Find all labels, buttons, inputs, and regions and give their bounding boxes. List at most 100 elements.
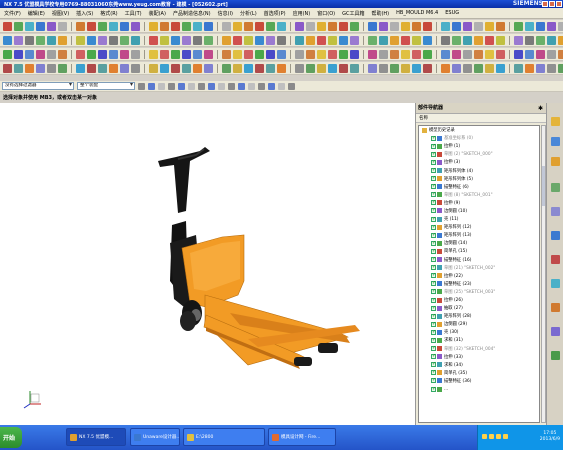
- visibility-checkbox[interactable]: [431, 345, 436, 352]
- toolbar-tool-icon[interactable]: [204, 21, 213, 31]
- toolbar-tool-icon[interactable]: [160, 35, 169, 45]
- taskbar-button[interactable]: 模具设计网 - Fire...: [268, 428, 336, 446]
- visibility-checkbox[interactable]: [431, 288, 436, 295]
- snap-point-icon[interactable]: [278, 82, 285, 90]
- toolbar-tool-icon[interactable]: [47, 21, 56, 31]
- toolbar-tool-icon[interactable]: [149, 63, 158, 73]
- toolbar-tool-icon[interactable]: [14, 21, 23, 31]
- toolbar-tool-icon[interactable]: [317, 21, 326, 31]
- toolbar-tool-icon[interactable]: [25, 63, 34, 73]
- toolbar-tool-icon[interactable]: [401, 63, 410, 73]
- clock[interactable]: 17:05 2013/6/9: [540, 431, 560, 443]
- toolbar-tool-icon[interactable]: [547, 63, 556, 73]
- toolbar-tool-icon[interactable]: [547, 21, 556, 31]
- toolbar-tool-icon[interactable]: [193, 35, 202, 45]
- toolbar-tool-icon[interactable]: [149, 35, 158, 45]
- toolbar-tool-icon[interactable]: [87, 63, 96, 73]
- toolbar-tool-icon[interactable]: [412, 49, 421, 59]
- feature-node[interactable]: 矩形阵列 (28): [419, 312, 539, 320]
- toolbar-tool-icon[interactable]: [452, 35, 461, 45]
- minimize-button[interactable]: [542, 1, 548, 7]
- toolbar-tool-icon[interactable]: [244, 63, 253, 73]
- column-header-name[interactable]: 名称: [416, 114, 546, 123]
- toolbar-tool-icon[interactable]: [277, 63, 286, 73]
- toolbar-tool-icon[interactable]: [350, 35, 359, 45]
- toolbar-tool-icon[interactable]: [58, 49, 67, 59]
- toolbar-tool-icon[interactable]: [98, 35, 107, 45]
- toolbar-tool-icon[interactable]: [401, 35, 410, 45]
- toolbar-tool-icon[interactable]: [25, 49, 34, 59]
- toolbar-tool-icon[interactable]: [204, 35, 213, 45]
- feature-node[interactable]: 基准坐标系 (0): [419, 134, 539, 142]
- toolbar-tool-icon[interactable]: [317, 49, 326, 59]
- toolbar-tool-icon[interactable]: [160, 21, 169, 31]
- toolbar-tool-icon[interactable]: [160, 63, 169, 73]
- toolbar-tool-icon[interactable]: [390, 21, 399, 31]
- visibility-checkbox[interactable]: [431, 183, 436, 190]
- feature-node[interactable]: 草图 (25) "SKETCH_003": [419, 288, 539, 296]
- menu-item[interactable]: 格式(R): [100, 10, 117, 17]
- toolbar-tool-icon[interactable]: [255, 63, 264, 73]
- assembly-navigator-icon[interactable]: [551, 117, 560, 126]
- toolbar-tool-icon[interactable]: [368, 35, 377, 45]
- snap-point-icon[interactable]: [208, 82, 215, 90]
- snap-point-icon[interactable]: [288, 82, 295, 90]
- visibility-checkbox[interactable]: [431, 361, 436, 368]
- feature-node[interactable]: 拉伸 (33): [419, 353, 539, 361]
- graphics-viewport[interactable]: [0, 103, 415, 425]
- toolbar-tool-icon[interactable]: [463, 35, 472, 45]
- toolbar-tool-icon[interactable]: [423, 35, 432, 45]
- menu-item[interactable]: 插入(S): [76, 10, 93, 17]
- visibility-checkbox[interactable]: [431, 191, 436, 198]
- feature-node[interactable]: 描整特征 (23): [419, 280, 539, 288]
- toolbar-tool-icon[interactable]: [233, 63, 242, 73]
- menu-item[interactable]: 分析(L): [240, 10, 257, 17]
- toolbar-tool-icon[interactable]: [306, 21, 315, 31]
- constraint-navigator-icon[interactable]: [551, 137, 560, 146]
- visibility-checkbox[interactable]: [431, 232, 436, 238]
- visibility-checkbox[interactable]: [431, 321, 436, 327]
- part-navigator-icon[interactable]: [551, 157, 560, 166]
- visibility-checkbox[interactable]: [431, 224, 436, 230]
- toolbar-tool-icon[interactable]: [182, 21, 191, 31]
- feature-node[interactable]: 壳 (30): [419, 328, 539, 336]
- toolbar-tool-icon[interactable]: [76, 63, 85, 73]
- toolbar-tool-icon[interactable]: [441, 21, 450, 31]
- toolbar-tool-icon[interactable]: [222, 21, 231, 31]
- snap-point-icon[interactable]: [228, 82, 235, 90]
- feature-node[interactable]: 求和 (34): [419, 361, 539, 369]
- toolbar-tool-icon[interactable]: [266, 49, 275, 59]
- selection-scope-select[interactable]: 整个装配: [77, 82, 135, 90]
- visibility-checkbox[interactable]: [431, 297, 436, 303]
- toolbar-tool-icon[interactable]: [328, 21, 337, 31]
- tree-root-node[interactable]: 模型历史记录: [419, 126, 539, 134]
- snap-point-icon[interactable]: [268, 82, 275, 90]
- toolbar-tool-icon[interactable]: [25, 35, 34, 45]
- feature-node[interactable]: 草图 (21) "SKETCH_002": [419, 264, 539, 272]
- toolbar-tool-icon[interactable]: [558, 35, 563, 45]
- snap-point-icon[interactable]: [198, 82, 205, 90]
- visibility-checkbox[interactable]: [431, 207, 436, 214]
- toolbar-tool-icon[interactable]: [379, 63, 388, 73]
- toolbar-tool-icon[interactable]: [244, 49, 253, 59]
- toolbar-tool-icon[interactable]: [317, 35, 326, 45]
- start-button[interactable]: 开始: [0, 427, 22, 448]
- toolbar-tool-icon[interactable]: [485, 63, 494, 73]
- toolbar-tool-icon[interactable]: [87, 21, 96, 31]
- toolbar-tool-icon[interactable]: [295, 35, 304, 45]
- toolbar-tool-icon[interactable]: [14, 49, 23, 59]
- toolbar-tool-icon[interactable]: [379, 49, 388, 59]
- feature-node[interactable]: 壳 (11): [419, 215, 539, 223]
- toolbar-tool-icon[interactable]: [525, 35, 534, 45]
- toolbar-tool-icon[interactable]: [328, 63, 337, 73]
- feature-node[interactable]: 拉伸 (26): [419, 296, 539, 304]
- feature-node[interactable]: ...: [419, 385, 539, 393]
- toolbar-tool-icon[interactable]: [485, 49, 494, 59]
- feature-node[interactable]: 描整特征 (6): [419, 183, 539, 191]
- visibility-checkbox[interactable]: [431, 143, 436, 149]
- toolbar-tool-icon[interactable]: [474, 35, 483, 45]
- feature-node[interactable]: 求和 (31): [419, 336, 539, 344]
- visibility-checkbox[interactable]: [431, 272, 436, 279]
- menu-item[interactable]: 信息(I): [218, 10, 233, 17]
- menu-item[interactable]: 窗口(O): [317, 10, 335, 17]
